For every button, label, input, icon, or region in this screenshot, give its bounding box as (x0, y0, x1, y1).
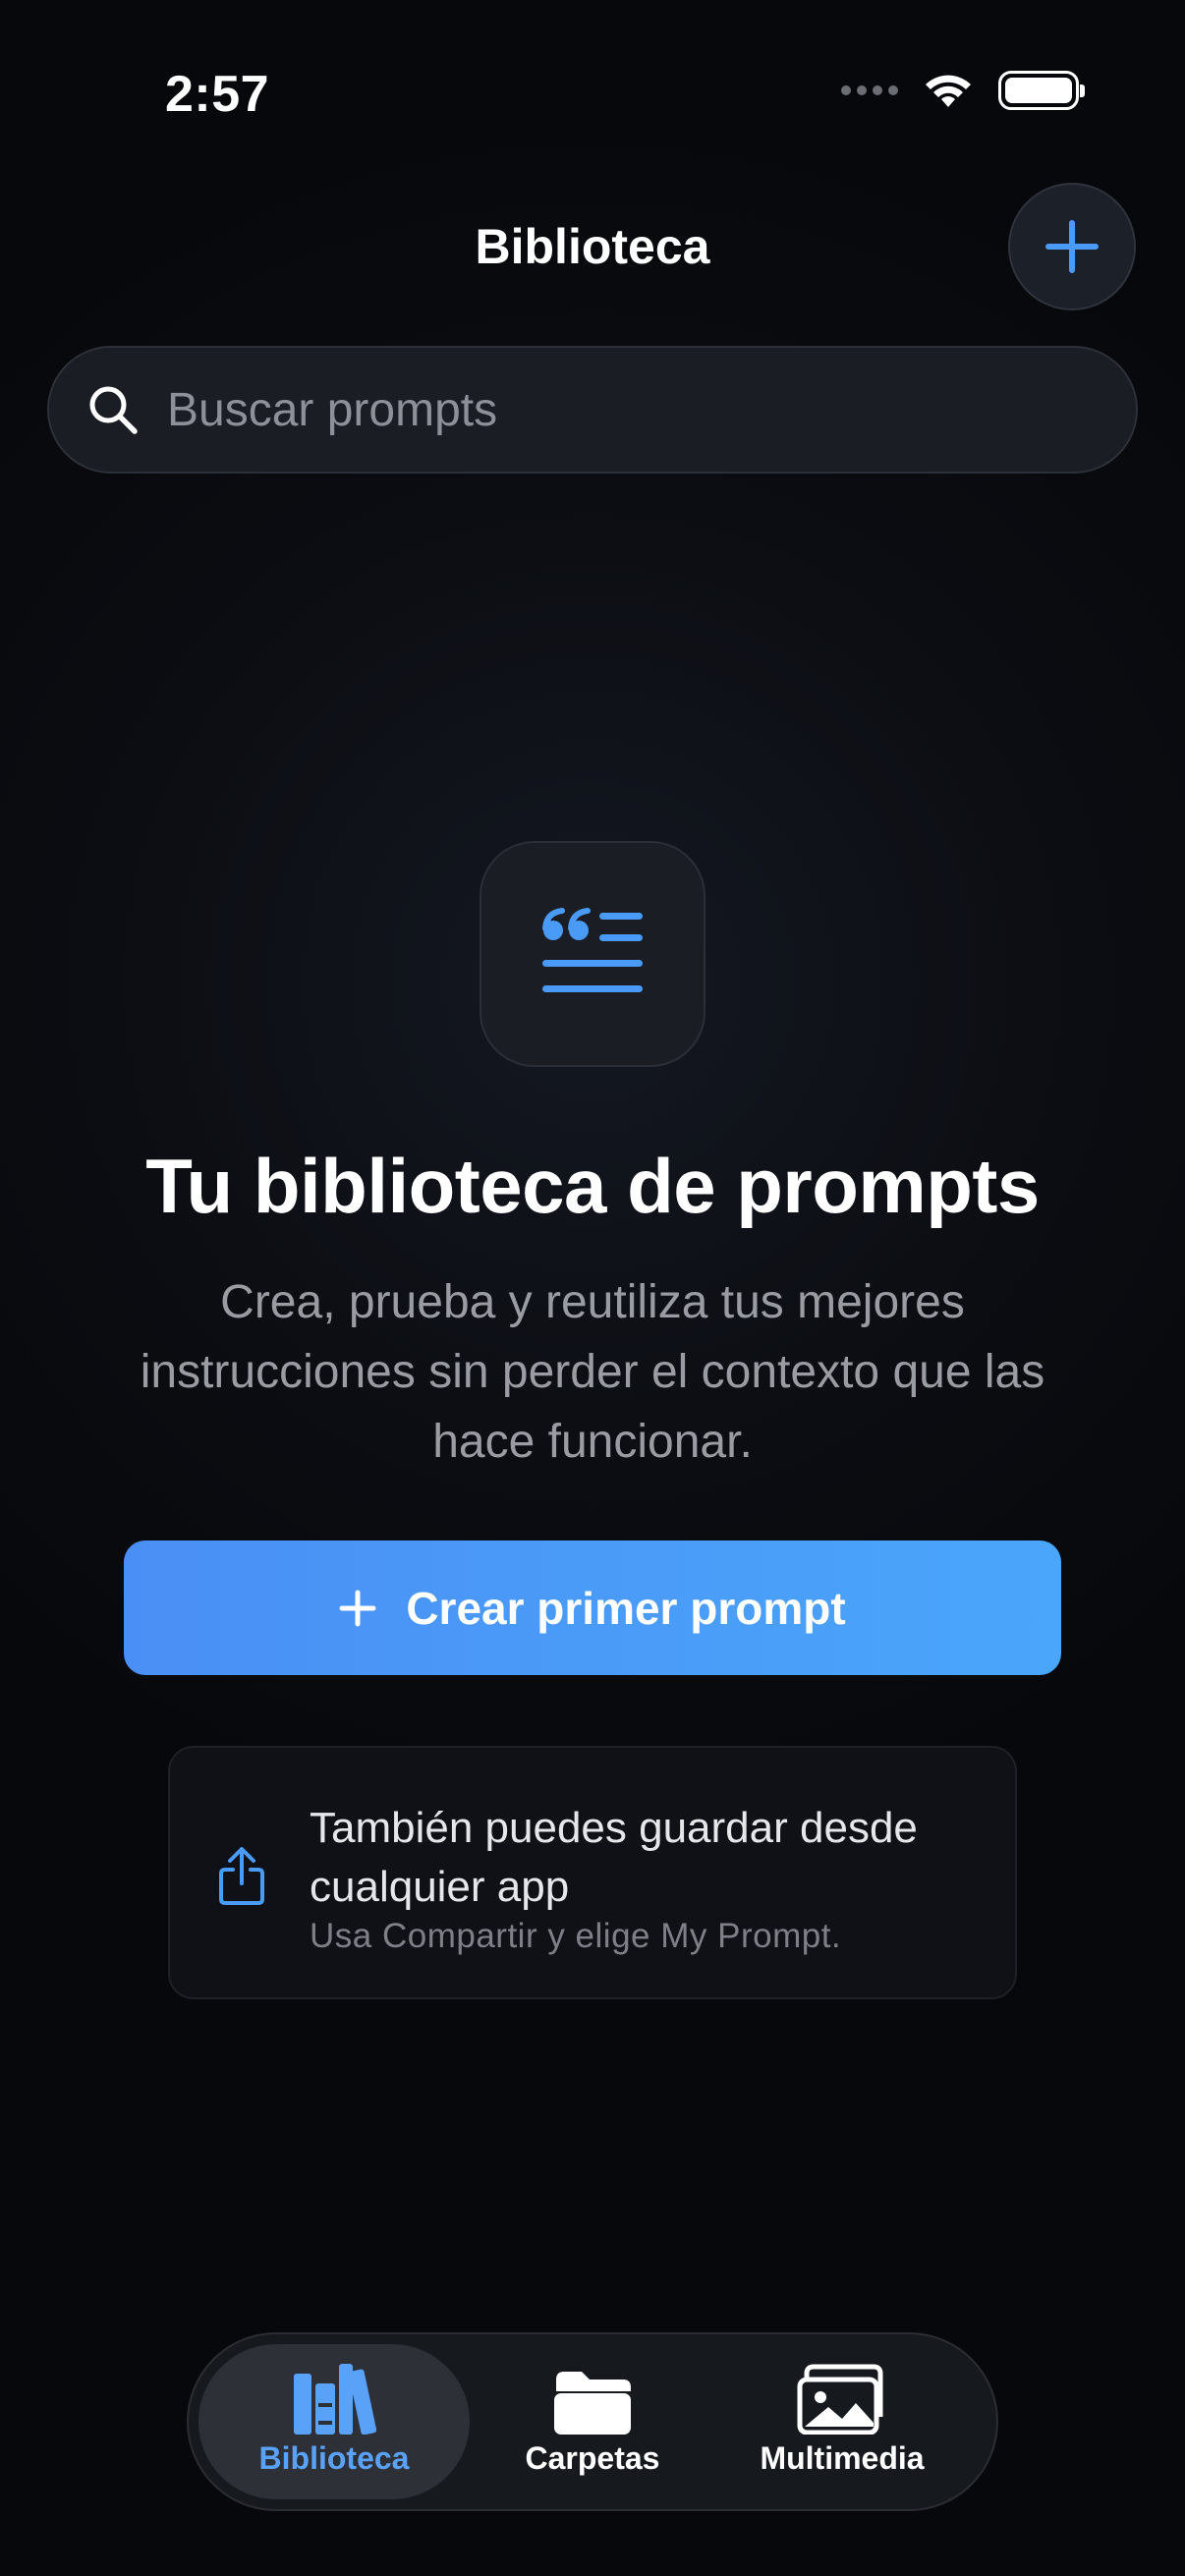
empty-state-description: Crea, prueba y reutiliza tus mejores ins… (140, 1276, 1045, 1468)
tab-multimedia[interactable]: Multimedia (719, 2344, 965, 2499)
search-bar[interactable] (47, 346, 1138, 474)
create-first-prompt-label: Crear primer prompt (406, 1582, 846, 1634)
quote-text-icon (480, 841, 705, 1067)
search-input[interactable] (167, 382, 1051, 437)
plus-icon (339, 1590, 376, 1626)
share-tip-card: También puedes guardar desde cualquier a… (168, 1746, 1017, 1999)
status-time: 2:57 (165, 66, 270, 123)
tab-biblioteca[interactable]: Biblioteca (198, 2344, 470, 2499)
tab-label: Multimedia (760, 2440, 925, 2476)
photos-icon (797, 2364, 883, 2435)
battery-icon (998, 71, 1085, 110)
share-tip-title: También puedes guardar desde cualquier a… (310, 1804, 918, 1911)
empty-state-title: Tu biblioteca de prompts (145, 1143, 1040, 1229)
search-icon (89, 386, 138, 434)
books-icon (294, 2364, 376, 2435)
wifi-icon (926, 75, 971, 107)
folder-icon (554, 2372, 631, 2435)
tab-bar: Biblioteca Carpetas Multimedia (187, 2332, 998, 2511)
tab-label: Biblioteca (258, 2440, 410, 2476)
share-icon (219, 1847, 264, 1905)
cellular-signal-icon (841, 85, 898, 95)
plus-icon (1045, 220, 1099, 273)
status-indicators (841, 71, 1085, 110)
tab-label: Carpetas (525, 2440, 660, 2476)
add-prompt-button[interactable] (1008, 183, 1136, 310)
tab-carpetas[interactable]: Carpetas (499, 2344, 686, 2499)
create-first-prompt-button[interactable]: Crear primer prompt (124, 1540, 1061, 1675)
share-tip-subtitle: Usa Compartir y elige My Prompt. (310, 1917, 842, 1955)
